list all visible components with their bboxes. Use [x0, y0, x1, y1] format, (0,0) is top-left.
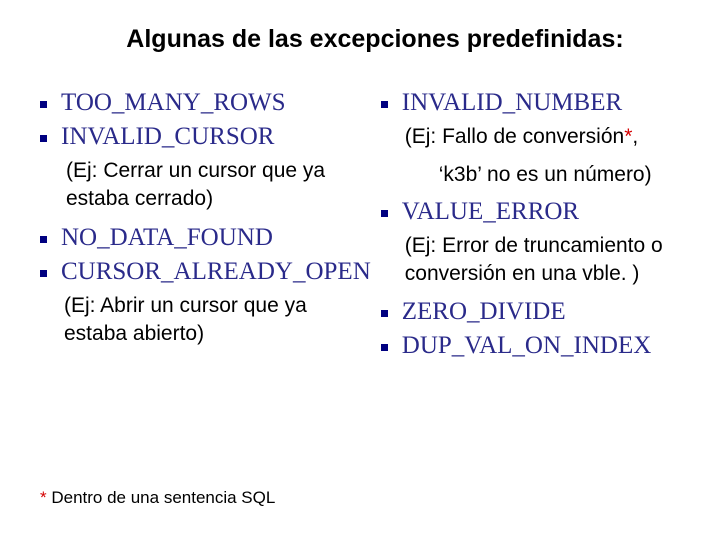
exception-name: VALUE_ERROR	[402, 198, 579, 226]
list-item: INVALID_CURSOR	[40, 123, 371, 151]
list-item: CURSOR_ALREADY_OPEN	[40, 258, 371, 286]
footnote-text: Dentro de una sentencia SQL	[47, 488, 276, 507]
list-item: ZERO_DIVIDE	[381, 298, 680, 326]
bullet-icon	[381, 210, 388, 217]
bullet-icon	[381, 101, 388, 108]
example-text-part: (Ej: Fallo de conversión	[405, 125, 624, 148]
asterisk: *	[40, 488, 47, 507]
list-item: TOO_MANY_ROWS	[40, 89, 371, 117]
list-item: INVALID_NUMBER	[381, 89, 680, 117]
bullet-icon	[40, 236, 47, 243]
list-item: NO_DATA_FOUND	[40, 224, 371, 252]
exception-name: INVALID_CURSOR	[61, 123, 274, 151]
left-column: TOO_MANY_ROWS INVALID_CURSOR (Ej: Cerrar…	[40, 89, 371, 366]
exception-name: DUP_VAL_ON_INDEX	[402, 332, 652, 360]
content-columns: TOO_MANY_ROWS INVALID_CURSOR (Ej: Cerrar…	[40, 89, 680, 366]
list-item: VALUE_ERROR	[381, 198, 680, 226]
example-text: (Ej: Abrir un cursor que ya estaba abier…	[64, 292, 371, 349]
exception-name: INVALID_NUMBER	[402, 89, 622, 117]
bullet-icon	[40, 101, 47, 108]
list-item: DUP_VAL_ON_INDEX	[381, 332, 680, 360]
example-text-part: ,	[632, 125, 638, 148]
exception-name: ZERO_DIVIDE	[402, 298, 566, 326]
example-text: (Ej: Error de truncamiento o conversión …	[405, 232, 680, 289]
example-text: ‘k3b’ no es un número)	[439, 161, 680, 189]
bullet-icon	[40, 135, 47, 142]
slide-title: Algunas de las excepciones predefinidas:	[40, 25, 680, 54]
footnote: * Dentro de una sentencia SQL	[40, 488, 275, 508]
bullet-icon	[40, 270, 47, 277]
example-text: (Ej: Cerrar un cursor que ya estaba cerr…	[66, 157, 371, 214]
exception-name: TOO_MANY_ROWS	[61, 89, 286, 117]
exception-name: CURSOR_ALREADY_OPEN	[61, 258, 371, 286]
right-column: INVALID_NUMBER (Ej: Fallo de conversión*…	[381, 89, 680, 366]
exception-name: NO_DATA_FOUND	[61, 224, 273, 252]
example-text: (Ej: Fallo de conversión*,	[405, 123, 680, 151]
bullet-icon	[381, 344, 388, 351]
bullet-icon	[381, 310, 388, 317]
